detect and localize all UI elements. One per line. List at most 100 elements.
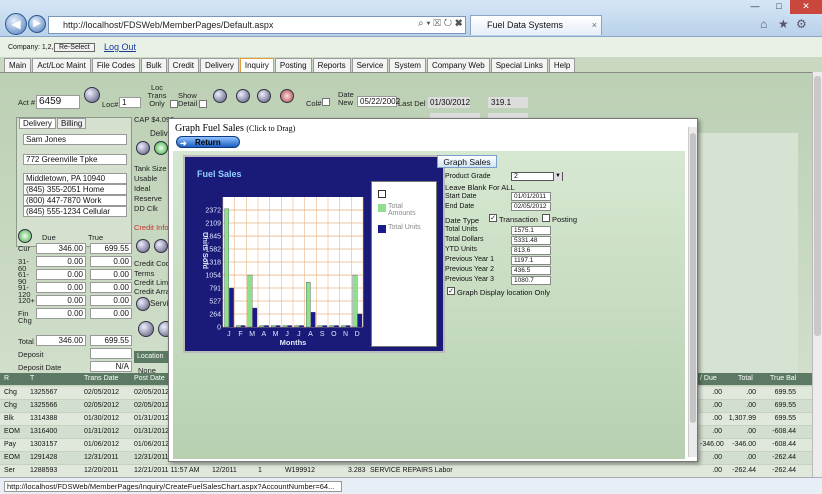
tank-labels: Tank Size Usable Ideal Reserve DD Clk xyxy=(134,164,167,214)
home-icon[interactable]: ⌂ xyxy=(760,17,767,31)
cell-total: .00 xyxy=(746,402,756,409)
col-checkbox[interactable] xyxy=(322,98,330,106)
cell-t: 1325566 xyxy=(30,402,58,409)
search-icon[interactable]: ⌕ ▾ ☒ ↻ ✖ xyxy=(418,18,463,29)
graph-popup[interactable]: Graph Fuel Sales (Click to Drag) ➜ Retur… xyxy=(168,118,698,462)
tab-close-icon[interactable]: × xyxy=(592,16,597,35)
credit-icon-1[interactable] xyxy=(136,239,150,253)
page-scroll-thumb[interactable] xyxy=(814,76,821,336)
popup-scrollbar[interactable] xyxy=(688,127,697,457)
account-number-input[interactable]: 6459 xyxy=(36,95,80,109)
due-header: Due xyxy=(42,233,56,242)
minimize-icon[interactable]: — xyxy=(742,0,768,14)
tank-label: Tank Size xyxy=(134,164,167,173)
address-bar[interactable]: http://localhost/FDSWeb/MemberPages/Defa… xyxy=(48,16,466,34)
menu-delivery[interactable]: Delivery xyxy=(199,58,239,72)
bar-total-units xyxy=(345,325,351,328)
customer-work-phone[interactable]: (800) 447-7870 Work xyxy=(23,195,127,206)
menu-special-links[interactable]: Special Links xyxy=(490,58,548,72)
aging-due: 0.00 xyxy=(36,269,86,280)
chart-svg: 0264527791105413181582184521092372J F M A M J… xyxy=(197,187,371,347)
menu-company-web[interactable]: Company Web xyxy=(426,58,490,72)
customer-city[interactable]: Middletown, PA 10940 xyxy=(23,173,127,184)
popup-title[interactable]: Graph Fuel Sales (Click to Drag) xyxy=(175,123,295,134)
menu-service[interactable]: Service xyxy=(351,58,389,72)
product-grade-value: 2 xyxy=(514,173,518,180)
popup-body: Fuel Sales 0 264 527 791 1054 1318 1582 1845 210… xyxy=(173,151,685,459)
cell-trans-date: 01/06/2012 xyxy=(84,441,120,448)
maximize-icon[interactable]: □ xyxy=(768,0,790,14)
browser-tab[interactable]: Fuel Data Systems × xyxy=(470,15,602,35)
show-detail-checkbox[interactable] xyxy=(199,100,207,108)
contact-icon[interactable] xyxy=(257,89,271,103)
return-button[interactable]: ➜ Return xyxy=(176,136,240,148)
cell-due: .00 xyxy=(712,402,722,409)
customer-name[interactable]: Sam Jones xyxy=(23,134,127,145)
close-window-icon[interactable]: ✕ xyxy=(790,0,822,14)
transaction-checkbox[interactable]: ✓ xyxy=(489,214,497,222)
cell-total: .00 xyxy=(746,389,756,396)
aging-true: 0.00 xyxy=(90,256,132,267)
start-date-input[interactable]: 01/01/2011 xyxy=(511,192,551,201)
account-search-icon[interactable] xyxy=(84,87,100,103)
reselect-button[interactable]: Re-Select xyxy=(54,43,95,52)
page-scrollbar[interactable] xyxy=(812,72,822,477)
x-tick-label: S xyxy=(320,331,325,338)
aging-due: 0.00 xyxy=(36,295,86,306)
menu-inquiry[interactable]: Inquiry xyxy=(239,58,274,72)
popup-scroll-thumb[interactable] xyxy=(690,133,696,423)
legend-toggle-box[interactable] xyxy=(378,190,386,198)
bar-total-amounts xyxy=(224,208,229,328)
menu-credit[interactable]: Credit xyxy=(167,58,199,72)
graph-display-checkbox[interactable]: ✓ xyxy=(447,287,455,295)
bar-total-amounts xyxy=(236,325,241,328)
y-tick-label: 791 xyxy=(209,286,221,293)
loc-trans-only-checkbox[interactable] xyxy=(170,100,178,108)
tab-billing[interactable]: Billing xyxy=(57,118,87,129)
favorites-icon[interactable]: ★ xyxy=(778,17,789,31)
stat-row: Previous Year 1 1197.1 xyxy=(445,256,585,266)
customer-street[interactable]: 772 Greenville Tpke xyxy=(23,154,127,165)
menu-bulk[interactable]: Bulk xyxy=(141,58,167,72)
x-tick-label: M xyxy=(249,331,255,338)
location-number-input[interactable]: 1 xyxy=(119,97,141,108)
bar-total-units xyxy=(299,325,304,328)
menu-help[interactable]: Help xyxy=(548,58,576,72)
menu-main[interactable]: Main xyxy=(4,58,32,72)
tools-icon[interactable] xyxy=(138,321,154,337)
product-grade-select[interactable]: 2 ▼ xyxy=(511,172,563,181)
posting-checkbox[interactable] xyxy=(542,214,550,222)
cell-trans-date: 02/05/2012 xyxy=(84,389,120,396)
logout-link[interactable]: Log Out xyxy=(104,42,136,52)
forward-icon[interactable]: ▶ xyxy=(28,15,46,33)
gear-icon[interactable]: ⚙ xyxy=(796,17,807,31)
service-icon[interactable] xyxy=(136,297,150,311)
graph-sales-button[interactable]: Graph Sales xyxy=(437,155,497,168)
truck-icon[interactable] xyxy=(136,141,150,155)
x-tick-label: A xyxy=(261,331,266,338)
terms-label: Terms xyxy=(134,269,155,278)
tab-title: Fuel Data Systems xyxy=(487,20,564,30)
refresh-icon[interactable] xyxy=(213,89,227,103)
y-tick-label: 2372 xyxy=(205,208,221,215)
back-icon[interactable]: ◀ xyxy=(5,13,27,35)
menu-system[interactable]: System xyxy=(389,58,426,72)
cell-true-bal: -262.44 xyxy=(772,454,796,461)
customer-home-phone[interactable]: (845) 355-2051 Home xyxy=(23,184,127,195)
menu-posting[interactable]: Posting xyxy=(274,58,312,72)
end-date-input[interactable]: 02/05/2012 xyxy=(511,202,551,211)
menu-reports[interactable]: Reports xyxy=(312,58,351,72)
menu-act-loc-maint[interactable]: Act/Loc Maint xyxy=(32,58,91,72)
tab-delivery[interactable]: Delivery xyxy=(19,118,56,129)
history-icon[interactable] xyxy=(236,89,250,103)
notes-icon[interactable] xyxy=(280,89,294,103)
dollar-icon[interactable] xyxy=(154,141,168,155)
customer-cell-phone[interactable]: (845) 555-1234 Cellular xyxy=(23,206,127,217)
menu-file-codes[interactable]: File Codes xyxy=(91,58,141,72)
bar-total-units xyxy=(322,325,328,328)
credit-icon-2[interactable] xyxy=(154,239,168,253)
chevron-down-icon[interactable]: ▼ xyxy=(553,172,562,181)
main-menu: Main Act/Loc Maint File Codes Bulk Credit Del… xyxy=(4,58,576,72)
aging-label: Fin Chg xyxy=(18,309,32,325)
recalc-icon[interactable] xyxy=(18,229,32,243)
